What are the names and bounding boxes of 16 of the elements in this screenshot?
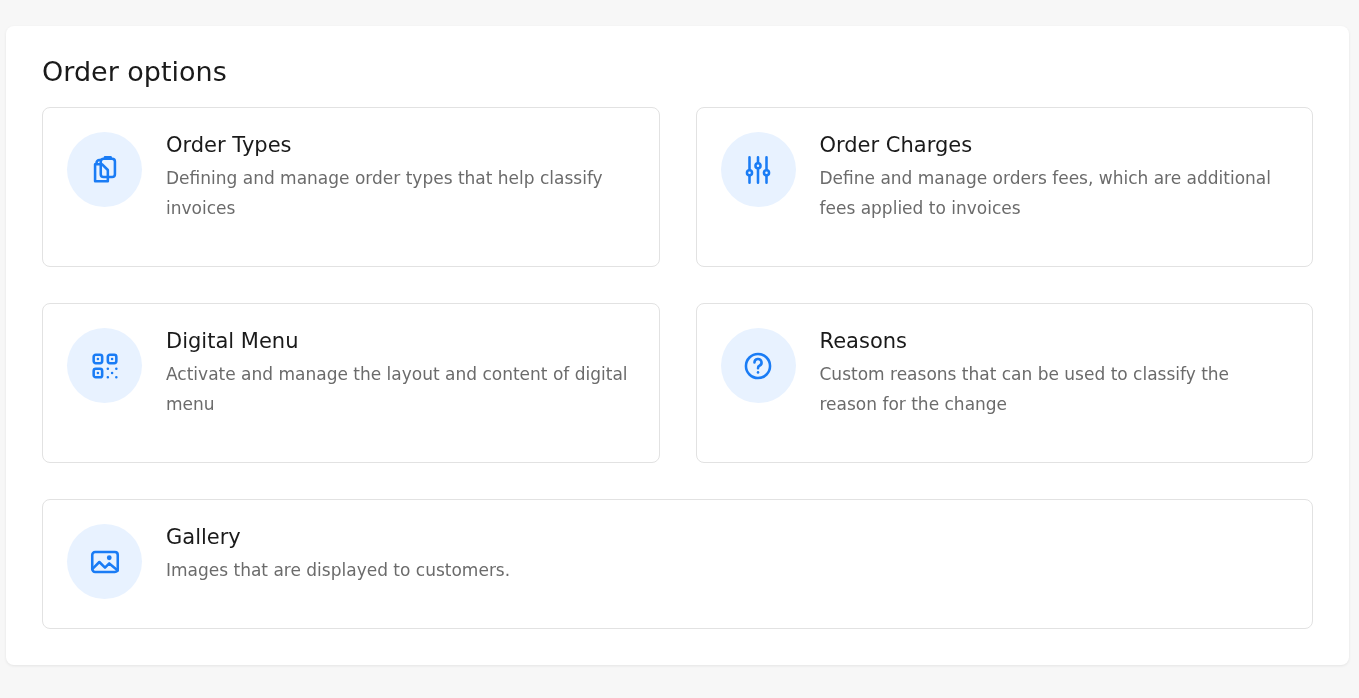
option-card[interactable]: Gallery Images that are displayed to customers.	[42, 499, 1313, 629]
option-description: Define and manage orders fees, which are additional fees applied to invoices	[819, 167, 1272, 220]
option-description: Defining and manage order types that help classify invoices	[166, 167, 604, 220]
option-card[interactable]: Order Charges Define and manage orders fees, which are additional fees applied to invoices	[695, 107, 1313, 267]
option-title: Reasons	[819, 329, 908, 353]
option-title: Order Charges	[819, 133, 974, 157]
option-card[interactable]: Order Types Defining and manage order types that help classify invoices	[42, 107, 660, 267]
option-title: Order Types	[166, 133, 293, 157]
option-title: Digital Menu	[166, 329, 300, 353]
option-title: Gallery	[166, 525, 242, 549]
option-card[interactable]: Digital Menu Activate and manage the layout and content of digital menu	[42, 303, 660, 463]
option-description: Custom reasons that can be used to classify the reason for the change	[819, 363, 1231, 416]
option-description: Images that are displayed to customers.	[166, 559, 511, 582]
page-title: Order options	[42, 56, 228, 87]
option-description: Activate and manage the layout and content of digital menu	[166, 363, 629, 416]
option-card[interactable]: Reasons Custom reasons that can be used to classify the reason for the change	[695, 303, 1313, 463]
